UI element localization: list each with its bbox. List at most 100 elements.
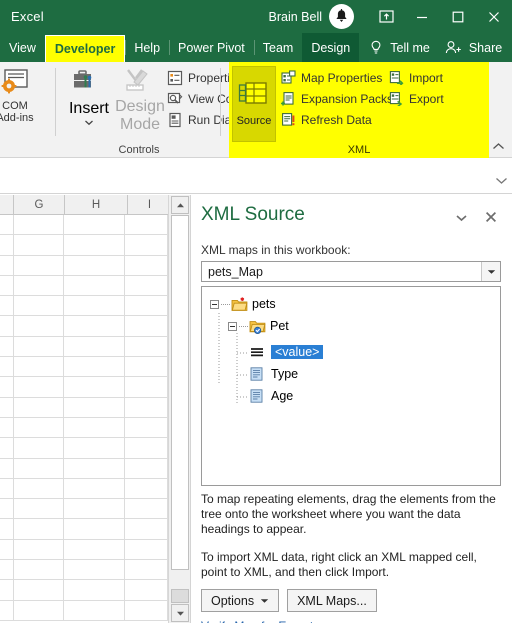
grid-cell[interactable] xyxy=(125,499,168,520)
grid-row[interactable] xyxy=(0,357,168,378)
tree-node-pet[interactable]: Pet xyxy=(228,317,289,335)
grid-row[interactable] xyxy=(0,580,168,601)
column-header-h[interactable]: H xyxy=(65,195,128,214)
grid-cell[interactable] xyxy=(0,296,14,317)
grid-cell[interactable] xyxy=(63,235,126,256)
grid-row[interactable] xyxy=(0,600,168,621)
grid-row[interactable] xyxy=(0,539,168,561)
grid-row[interactable] xyxy=(0,215,168,236)
grid-cell[interactable] xyxy=(125,357,168,378)
grid-cell[interactable] xyxy=(63,296,126,317)
grid-cell[interactable] xyxy=(63,275,126,297)
grid-row[interactable] xyxy=(0,499,168,520)
chevron-up-icon[interactable] xyxy=(490,139,506,153)
grid-cell[interactable] xyxy=(0,499,14,520)
worksheet-vertical-scrollbar[interactable] xyxy=(168,195,190,623)
formula-bar[interactable] xyxy=(0,168,512,194)
grid-cell[interactable] xyxy=(63,438,126,459)
worksheet-grid[interactable]: G H I xyxy=(0,195,190,623)
column-header-i[interactable]: I xyxy=(128,195,172,214)
minimize-icon[interactable] xyxy=(404,0,440,33)
tab-power-pivot[interactable]: Power Pivot xyxy=(169,33,254,62)
maximize-icon[interactable] xyxy=(440,0,476,33)
grid-cell[interactable] xyxy=(125,397,168,418)
tab-help[interactable]: Help xyxy=(125,33,169,62)
chevron-down-icon[interactable] xyxy=(490,168,512,193)
grid-cell[interactable] xyxy=(0,478,14,500)
grid-cell[interactable] xyxy=(125,417,168,439)
grid-row[interactable] xyxy=(0,478,168,500)
tree-node-pets[interactable]: pets xyxy=(210,295,276,313)
grid-cell[interactable] xyxy=(0,560,14,581)
xml-maps-button[interactable]: XML Maps... xyxy=(287,589,377,612)
grid-cell[interactable] xyxy=(13,560,64,581)
grid-cell[interactable] xyxy=(0,438,14,459)
grid-cell[interactable] xyxy=(0,336,14,358)
grid-row[interactable] xyxy=(0,255,168,276)
com-add-ins-button[interactable]: COM Add-ins xyxy=(0,62,56,124)
share-button[interactable]: Share xyxy=(435,33,507,62)
grid-row[interactable] xyxy=(0,316,168,337)
grid-cell[interactable] xyxy=(125,215,168,236)
chevron-down-icon[interactable] xyxy=(481,262,500,281)
xml-source-button[interactable]: Source xyxy=(232,66,276,142)
grid-cell[interactable] xyxy=(0,235,14,256)
verify-map-for-export-link[interactable]: Verify Map for Export... xyxy=(201,619,323,623)
grid-cell[interactable] xyxy=(13,336,64,358)
map-properties-button[interactable]: Map Properties xyxy=(281,67,396,88)
grid-cell[interactable] xyxy=(63,539,126,561)
grid-row[interactable] xyxy=(0,519,168,540)
grid-cell[interactable] xyxy=(63,255,126,276)
tab-developer[interactable]: Developer xyxy=(44,35,126,62)
tree-node-value[interactable]: <value> xyxy=(249,343,324,361)
expansion-packs-button[interactable]: Expansion Packs xyxy=(281,88,396,109)
tab-team[interactable]: Team xyxy=(253,33,303,62)
grid-cell[interactable] xyxy=(63,580,126,601)
grid-row[interactable] xyxy=(0,377,168,398)
scrollbar-thumb[interactable] xyxy=(171,215,189,570)
bell-avatar-icon[interactable] xyxy=(329,4,354,29)
import-button[interactable]: Import xyxy=(389,67,447,88)
grid-row[interactable] xyxy=(0,560,168,581)
grid-cell[interactable] xyxy=(125,438,168,459)
grid-cell[interactable] xyxy=(13,478,64,500)
insert-button[interactable]: Insert xyxy=(63,66,115,126)
grid-cell[interactable] xyxy=(63,397,126,418)
grid-cell[interactable] xyxy=(0,377,14,398)
grid-cell[interactable] xyxy=(125,458,168,479)
grid-cell[interactable] xyxy=(63,458,126,479)
grid-cell[interactable] xyxy=(0,316,14,337)
grid-cell[interactable] xyxy=(13,499,64,520)
cells-area[interactable] xyxy=(0,215,168,623)
grid-cell[interactable] xyxy=(13,458,64,479)
formula-input[interactable] xyxy=(0,168,490,193)
grid-cell[interactable] xyxy=(63,377,126,398)
grid-cell[interactable] xyxy=(63,316,126,337)
tab-design[interactable]: Design xyxy=(302,33,360,62)
tab-view[interactable]: View xyxy=(0,33,45,62)
chevron-down-icon[interactable] xyxy=(84,119,94,126)
design-mode-button[interactable]: Design Mode xyxy=(115,66,165,134)
grid-cell[interactable] xyxy=(0,275,14,297)
grid-cell[interactable] xyxy=(0,539,14,561)
grid-cell[interactable] xyxy=(13,357,64,378)
grid-cell[interactable] xyxy=(125,539,168,561)
grid-cell[interactable] xyxy=(125,336,168,358)
grid-cell[interactable] xyxy=(63,560,126,581)
ribbon-display-options-icon[interactable] xyxy=(368,0,404,33)
column-header-g[interactable]: G xyxy=(14,195,65,214)
grid-row[interactable] xyxy=(0,458,168,479)
grid-cell[interactable] xyxy=(125,316,168,337)
options-button[interactable]: Options xyxy=(201,589,280,612)
grid-cell[interactable] xyxy=(125,519,168,540)
grid-cell[interactable] xyxy=(0,255,14,276)
scroll-up-icon[interactable] xyxy=(171,196,189,214)
tree-node-age[interactable]: Age xyxy=(249,387,293,405)
grid-cell[interactable] xyxy=(63,336,126,358)
tell-me-box[interactable]: Tell me xyxy=(359,33,435,62)
grid-cell[interactable] xyxy=(13,235,64,256)
grid-row[interactable] xyxy=(0,275,168,297)
grid-cell[interactable] xyxy=(13,539,64,561)
grid-cell[interactable] xyxy=(125,600,168,621)
grid-cell[interactable] xyxy=(125,255,168,276)
